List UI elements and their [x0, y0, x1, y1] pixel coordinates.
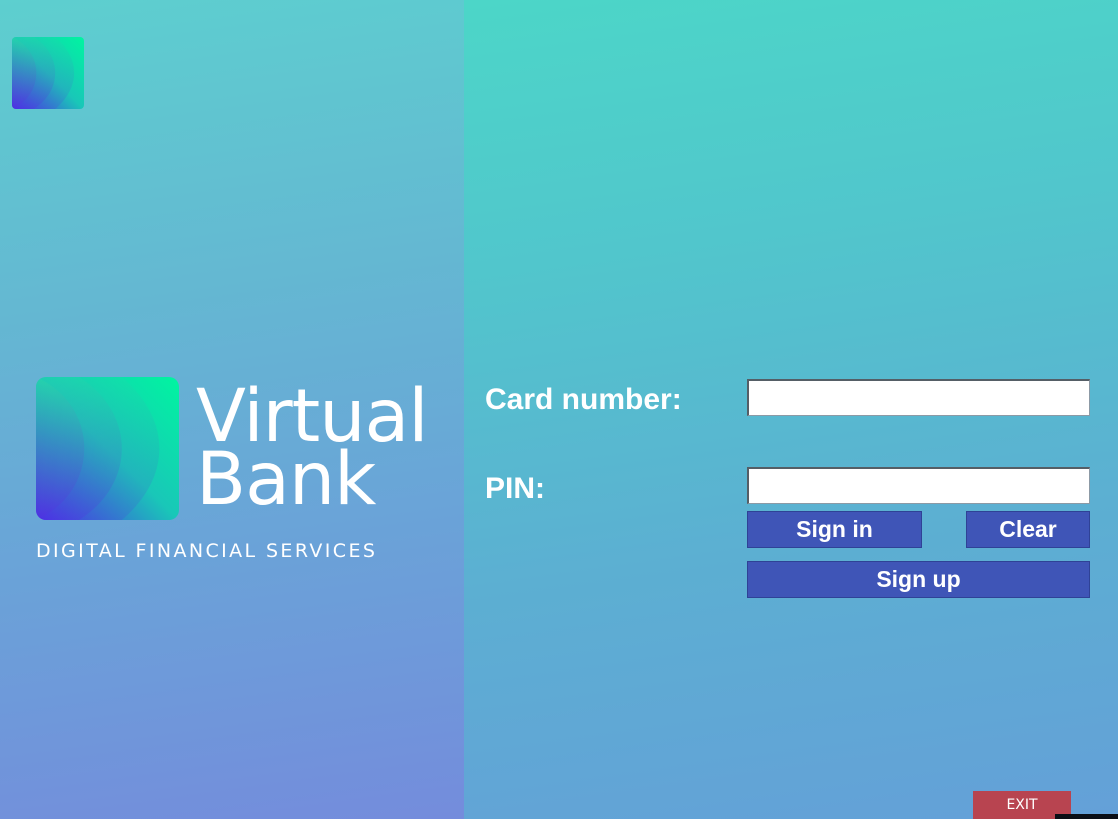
virtual-bank-logo-small-icon	[12, 37, 84, 109]
login-window: Virtual Bank DIGITAL FINANCIAL SERVICES …	[0, 0, 1118, 819]
corner-strip	[1055, 814, 1118, 819]
pin-input[interactable]	[747, 467, 1090, 504]
pin-label: PIN:	[485, 472, 545, 505]
card-number-input[interactable]	[747, 379, 1090, 416]
brand-tagline: DIGITAL FINANCIAL SERVICES	[36, 540, 378, 562]
card-number-label: Card number:	[485, 383, 682, 416]
sign-in-button[interactable]: Sign in	[747, 511, 922, 548]
sign-up-button[interactable]: Sign up	[747, 561, 1090, 598]
virtual-bank-logo-icon	[36, 377, 179, 520]
brand-name-line-2: Bank	[196, 437, 376, 522]
clear-button[interactable]: Clear	[966, 511, 1090, 548]
branding-panel: Virtual Bank DIGITAL FINANCIAL SERVICES	[0, 0, 464, 819]
